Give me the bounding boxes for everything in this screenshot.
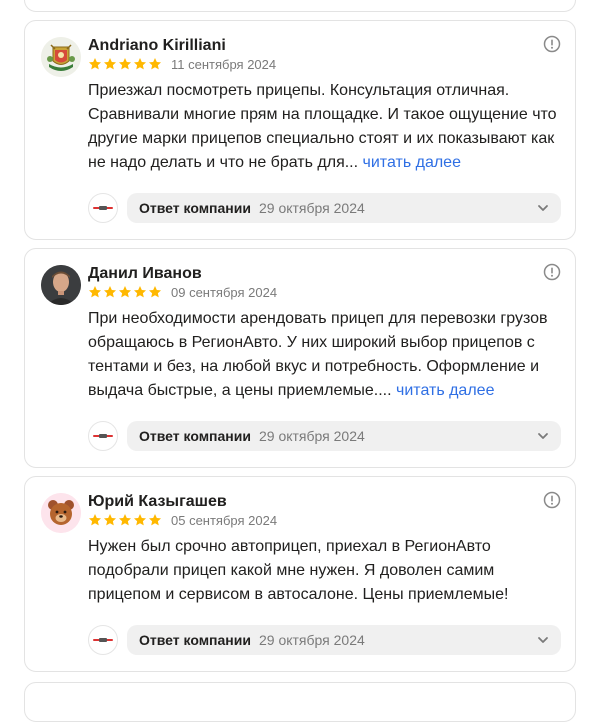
company-reply-toggle[interactable]: Ответ компании 29 октября 2024 [127,421,561,451]
star-icon [103,286,117,298]
chevron-down-icon [538,205,548,211]
company-logo-icon [88,625,118,655]
star-icon [118,286,132,298]
review-card: Данил Иванов 09 сентября 2024 При необхо… [24,248,576,468]
chevron-down-icon [538,433,548,439]
review-text-body: Нужен был срочно автоприцеп, приехал в Р… [88,538,509,603]
company-logo-icon [88,421,118,451]
rating-stars [88,513,162,527]
reply-label: Ответ компании [139,200,251,216]
star-icon [148,58,162,70]
reply-date: 29 октября 2024 [258,200,365,216]
reply-label: Ответ компании [139,428,251,444]
info-icon[interactable] [543,491,561,509]
review-date: 11 сентября 2024 [171,57,277,72]
company-reply-toggle[interactable]: Ответ компании 29 октября 2024 [127,193,561,223]
review-text: При необходимости арендовать прицеп для … [88,307,563,403]
company-reply-toggle[interactable]: Ответ компании 29 октября 2024 [127,625,561,655]
review-text-body: Приезжал посмотреть прицепы. Консультаци… [88,82,557,171]
emblem-avatar-icon[interactable] [41,37,81,77]
star-icon [88,286,102,298]
star-icon [133,58,147,70]
star-icon [103,58,117,70]
review-date: 05 сентября 2024 [171,513,278,528]
star-icon [118,514,132,526]
info-icon[interactable] [543,35,561,53]
review-author[interactable]: Данил Иванов [88,265,202,283]
review-text: Нужен был срочно автоприцеп, приехал в Р… [88,535,563,607]
bear-emoji-avatar-icon[interactable] [41,493,81,533]
read-more-link[interactable]: читать далее [396,382,494,399]
review-card: Andriano Kirilliani 11 сентября 2024 При… [24,20,576,240]
review-text: Приезжал посмотреть прицепы. Консультаци… [88,79,563,175]
rating-stars [88,57,162,71]
reply-date: 29 октября 2024 [258,632,365,648]
reply-date: 29 октября 2024 [258,428,365,444]
reply-label: Ответ компании [139,632,251,648]
review-card-partial-top [24,0,576,12]
star-icon [103,514,117,526]
review-card: Юрий Казыгашев 05 сентября 2024 Нужен бы… [24,476,576,672]
star-icon [88,514,102,526]
review-author[interactable]: Юрий Казыгашев [88,493,227,511]
read-more-link[interactable]: читать далее [363,154,461,171]
review-date: 09 сентября 2024 [171,285,278,300]
star-icon [118,58,132,70]
info-icon[interactable] [543,263,561,281]
star-icon [133,514,147,526]
star-icon [133,286,147,298]
rating-stars [88,285,162,299]
star-icon [148,286,162,298]
review-author[interactable]: Andriano Kirilliani [88,37,226,55]
star-icon [88,58,102,70]
person-photo-avatar-icon[interactable] [41,265,81,305]
review-card-partial-bottom [24,682,576,722]
company-logo-icon [88,193,118,223]
chevron-down-icon [538,637,548,643]
star-icon [148,514,162,526]
